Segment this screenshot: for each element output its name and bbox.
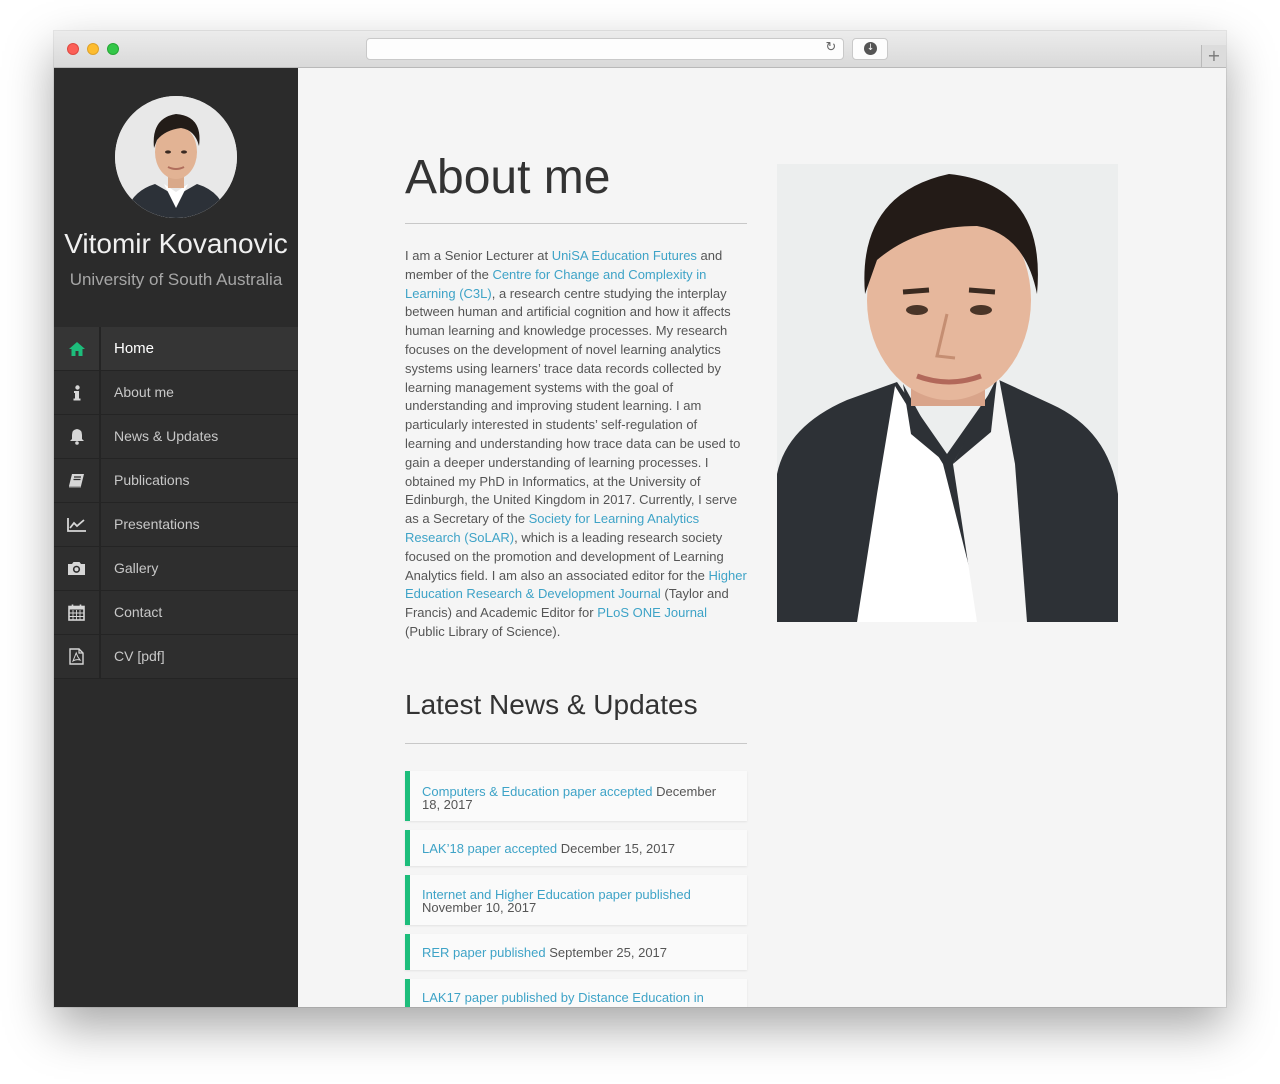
news-date: September 25, 2017 — [549, 945, 668, 960]
browser-window: ↻ ↓ + Vitomir Kovanovic University of So… — [54, 31, 1226, 1007]
new-tab-button[interactable]: + — [1201, 45, 1226, 67]
info-icon — [54, 371, 101, 414]
reload-icon[interactable]: ↻ — [824, 41, 838, 55]
nav-item-contact[interactable]: Contact — [54, 591, 298, 635]
nav-label: About me — [114, 384, 174, 400]
news-date: November 10, 2017 — [422, 900, 537, 915]
nav-item-gallery[interactable]: Gallery — [54, 547, 298, 591]
main-content: About me I am a Senior Lecturer at UniSA… — [298, 68, 1226, 1007]
about-text: I am a Senior Lecturer at UniSA Educatio… — [405, 248, 747, 639]
nav-item-publications[interactable]: Publications — [54, 459, 298, 503]
nav-label: Presentations — [114, 516, 200, 532]
news-item: LAK17 paper published by Distance Educat… — [405, 979, 747, 1007]
unisa-education-futures-link[interactable]: UniSA Education Futures — [552, 248, 697, 263]
address-bar[interactable]: ↻ — [366, 38, 844, 60]
nav-item-home[interactable]: Home — [54, 327, 298, 371]
browser-titlebar: ↻ ↓ + — [54, 31, 1226, 68]
nav-item-about[interactable]: About me — [54, 371, 298, 415]
profile-photo — [777, 164, 1118, 622]
heading-divider — [405, 223, 747, 224]
camera-icon — [54, 547, 101, 590]
sidebar-nav: Home About me News & Updates Publication… — [54, 327, 298, 679]
nav-label: CV [pdf] — [114, 648, 165, 664]
pdf-file-icon — [54, 635, 101, 678]
nav-label: Home — [114, 340, 155, 357]
downloads-button[interactable]: ↓ — [852, 38, 888, 60]
nav-label: Publications — [114, 472, 190, 488]
profile-affiliation: University of South Australia — [69, 270, 283, 289]
calendar-icon — [54, 591, 101, 634]
book-icon — [54, 459, 101, 502]
close-window-button[interactable] — [67, 43, 79, 55]
news-date: December 15, 2017 — [560, 841, 675, 856]
nav-label: Gallery — [114, 560, 159, 576]
sidebar: Vitomir Kovanovic University of South Au… — [54, 68, 298, 1007]
news-link[interactable]: RER paper published — [422, 945, 546, 960]
plos-one-link[interactable]: PLoS ONE Journal — [597, 605, 707, 620]
home-icon — [54, 327, 101, 370]
news-item: LAK’18 paper accepted December 15, 2017 — [405, 830, 747, 866]
profile-name: Vitomir Kovanovic — [64, 228, 288, 259]
news-link[interactable]: LAK’18 paper accepted — [422, 841, 557, 856]
news-item: RER paper published September 25, 2017 — [405, 934, 747, 970]
line-chart-icon — [54, 503, 101, 546]
nav-label: Contact — [114, 604, 163, 620]
nav-item-cv[interactable]: CV [pdf] — [54, 635, 298, 679]
news-divider — [405, 743, 747, 744]
nav-label: News & Updates — [114, 428, 219, 444]
avatar — [115, 96, 237, 218]
nav-item-presentations[interactable]: Presentations — [54, 503, 298, 547]
news-link[interactable]: LAK17 paper published by Distance Educat… — [422, 990, 704, 1005]
minimize-window-button[interactable] — [87, 43, 99, 55]
nav-item-news[interactable]: News & Updates — [54, 415, 298, 459]
bell-icon — [54, 415, 101, 458]
news-heading: Latest News & Updates — [405, 689, 698, 720]
news-item: Internet and Higher Education paper publ… — [405, 875, 747, 925]
news-item: Computers & Education paper accepted Dec… — [405, 771, 747, 821]
about-heading: About me — [405, 151, 611, 204]
maximize-window-button[interactable] — [107, 43, 119, 55]
download-icon: ↓ — [864, 42, 877, 55]
